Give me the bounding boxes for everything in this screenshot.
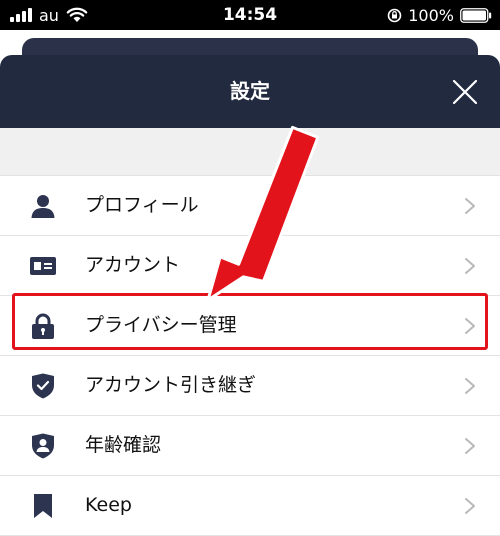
close-button[interactable]	[452, 79, 478, 105]
menu-item-account[interactable]: アカウント	[0, 236, 500, 296]
age-verification-icon	[30, 433, 56, 459]
page-title: 設定	[230, 79, 270, 103]
menu-item-privacy[interactable]: プライバシー管理	[0, 296, 500, 356]
chevron-right-icon	[464, 497, 476, 515]
settings-header: 設定	[0, 55, 500, 128]
menu-item-label: アカウント引き継ぎ	[85, 374, 257, 396]
shield-check-icon	[30, 373, 56, 399]
chevron-right-icon	[464, 317, 476, 335]
battery-percentage: 100%	[408, 5, 454, 25]
chevron-right-icon	[464, 437, 476, 455]
menu-item-label: アカウント	[85, 254, 181, 276]
chevron-right-icon	[464, 257, 476, 275]
battery-icon	[460, 7, 492, 23]
chevron-right-icon	[464, 197, 476, 215]
menu-item-keep[interactable]: Keep	[0, 476, 500, 536]
rotation-lock-icon	[387, 8, 402, 22]
person-icon	[30, 193, 56, 219]
menu-item-label: 年齢確認	[85, 434, 162, 456]
menu-item-age-verification[interactable]: 年齢確認	[0, 416, 500, 476]
menu-item-label: プロフィール	[85, 194, 199, 216]
status-bar: au 14:54 100%	[0, 0, 500, 30]
bookmark-icon	[30, 493, 56, 519]
chevron-right-icon	[464, 377, 476, 395]
menu-item-label: プライバシー管理	[85, 314, 237, 336]
id-card-icon	[30, 253, 56, 279]
menu-item-label: Keep	[85, 494, 132, 516]
settings-menu: プロフィール アカウント プライバシー管理 アカウント引き継ぎ 年齢確認 Kee…	[0, 176, 500, 536]
close-icon	[452, 79, 478, 105]
lock-icon	[30, 313, 56, 339]
menu-item-account-transfer[interactable]: アカウント引き継ぎ	[0, 356, 500, 416]
section-spacer	[0, 128, 500, 176]
menu-item-profile[interactable]: プロフィール	[0, 176, 500, 236]
